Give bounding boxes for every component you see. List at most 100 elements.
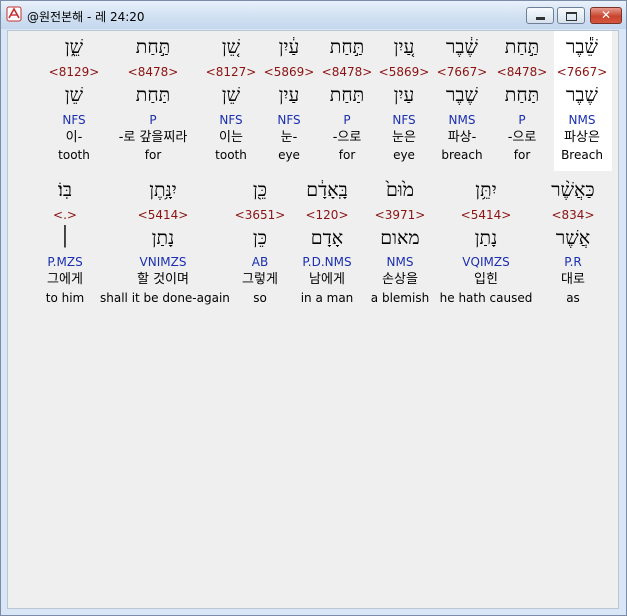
word-korean: 눈-	[280, 130, 298, 145]
word-lemma: אֲשֶׁר	[555, 227, 591, 249]
word-lemma: עַיִן	[393, 84, 415, 106]
word-lemma: שֶׁבֶר	[566, 84, 598, 106]
word-lemma: אָדָם	[310, 227, 344, 249]
word-parsing: NFS	[392, 113, 416, 127]
word-strong-number[interactable]: <5414>	[438, 208, 534, 222]
word-hebrew[interactable]: עַ֚יִן	[378, 35, 430, 59]
word-english: a blemish	[370, 291, 430, 305]
word-hebrew[interactable]: מ֙וּם֙	[368, 178, 432, 202]
word-korean: 남에게	[309, 272, 345, 287]
maximize-button[interactable]	[557, 7, 585, 24]
word-strong-number[interactable]: <8127>	[205, 65, 257, 79]
word-english: eye	[278, 148, 300, 162]
word-hebrew[interactable]: כַּאֲשֶׁ֨ר	[536, 178, 610, 202]
word-korean: 입힌	[474, 272, 498, 287]
minimize-button[interactable]	[526, 7, 554, 24]
word-korean: 할 것이며	[137, 272, 189, 287]
word-hebrew[interactable]: שֵׁ֑ן	[48, 35, 100, 59]
word-strong-number[interactable]: <3651>	[232, 208, 288, 222]
word-hebrew[interactable]: בּֽוֹ׃	[36, 178, 94, 202]
word-korean: 파상-	[447, 130, 477, 145]
word-english: Breach	[561, 148, 603, 162]
word-parsing: NFS	[277, 113, 301, 127]
word-korean: 대로	[561, 272, 585, 287]
word-korean: 눈은	[392, 130, 416, 145]
word-strong-number[interactable]: <7667>	[554, 65, 610, 79]
word-parsing: P	[149, 113, 157, 127]
word-korean: 그렇게	[242, 272, 278, 287]
word-parsing: P.D.NMS	[302, 255, 352, 269]
window-title: @원전본해 - 레 24:20	[27, 10, 145, 24]
word-strong-number[interactable]: <5869>	[263, 65, 315, 79]
word-strong-number[interactable]: <8478>	[321, 65, 373, 79]
word-lemma: נָתַן	[151, 227, 175, 249]
word-lemma: תַּחַת	[135, 84, 171, 106]
word-lemma: עַיִן	[278, 84, 300, 106]
word-strong-number[interactable]: <7667>	[433, 65, 491, 79]
word-strong-number[interactable]: <.>	[36, 208, 94, 222]
word-english: breach	[441, 148, 483, 162]
word-lemma: שֶׁבֶר	[446, 84, 478, 106]
word-english: for	[338, 148, 356, 162]
word-english: shall it be done-again	[100, 291, 230, 305]
word-parsing: P	[343, 113, 351, 127]
word-parsing: VQIMZS	[462, 255, 510, 269]
word-english: so	[253, 291, 267, 305]
word-parsing: NFS	[62, 113, 86, 127]
word-strong-number[interactable]: <8129>	[48, 65, 100, 79]
word-strong-number[interactable]: <3971>	[368, 208, 432, 222]
word-english: he hath caused	[439, 291, 533, 305]
word-english: eye	[393, 148, 415, 162]
word-lemma: תַּחַת	[504, 84, 540, 106]
word-strong-number[interactable]: <120>	[294, 208, 360, 222]
word-korean: -으로	[507, 130, 537, 145]
word-hebrew[interactable]: תַּ֣חַת	[106, 35, 200, 59]
word-strong-number[interactable]: <8478>	[496, 65, 548, 79]
word-korean: 그에게	[47, 272, 83, 287]
word-hebrew[interactable]: שֵׁ֚ן	[205, 35, 257, 59]
word-english: as	[566, 291, 580, 305]
word-strong-number[interactable]: <834>	[536, 208, 610, 222]
word-parsing: P.MZS	[47, 255, 83, 269]
interlinear-view[interactable]: שֵׁ֕בֶר <7667> שֶׁבֶר NMS 파상은 Breach תַּ…	[7, 30, 619, 609]
word-lemma: שֵׁן	[221, 84, 241, 106]
word-hebrew[interactable]: יִתֵּ֥ן	[438, 178, 534, 202]
word-korean: 이-	[65, 130, 83, 145]
word-parsing: VNIMZS	[139, 255, 187, 269]
title-bar[interactable]: @원전본해 - 레 24:20 ✕	[1, 1, 626, 29]
word-strong-number[interactable]: <5869>	[378, 65, 430, 79]
word-parsing: NMS	[448, 113, 476, 127]
word-hebrew[interactable]: שֵׁ֕בֶר	[554, 35, 610, 59]
word-parsing: NFS	[219, 113, 243, 127]
word-parsing: NMS	[386, 255, 414, 269]
word-korean: 손상을	[382, 272, 418, 287]
word-korean: 이는	[219, 130, 243, 145]
word-hebrew[interactable]: בָּֽאָדָ֔ם	[294, 178, 360, 202]
word-english: tooth	[58, 148, 90, 162]
word-hebrew[interactable]: תַּ֣חַת	[496, 35, 548, 59]
word-korean: -으로	[332, 130, 362, 145]
word-parsing: NMS	[568, 113, 596, 127]
word-parsing: P.R	[564, 255, 582, 269]
word-hebrew[interactable]: יִנָּ֥תֶן	[100, 178, 226, 202]
close-button[interactable]: ✕	[590, 7, 622, 24]
word-english: tooth	[215, 148, 247, 162]
close-icon: ✕	[600, 8, 612, 22]
word-english: for	[513, 148, 531, 162]
word-hebrew[interactable]: עַ֔יִן	[263, 35, 315, 59]
word-hebrew[interactable]: תַּ֣חַת	[321, 35, 373, 59]
word-english: for	[144, 148, 162, 162]
word-lemma: תַּחַת	[329, 84, 365, 106]
word-hebrew[interactable]: כֵּ֖ן	[232, 178, 288, 202]
word-lemma: ׀	[59, 227, 71, 249]
word-parsing: P	[518, 113, 526, 127]
word-lemma: נָתַן	[474, 227, 498, 249]
word-hebrew[interactable]: שֶׁ֔בֶר	[433, 35, 491, 59]
word-lemma: כֵּן	[252, 227, 268, 249]
app-icon	[6, 6, 22, 22]
word-strong-number[interactable]: <8478>	[106, 65, 200, 79]
word-korean: 파상은	[564, 130, 600, 145]
word-strong-number[interactable]: <5414>	[100, 208, 226, 222]
word-english: to him	[45, 291, 85, 305]
word-korean: -로 갚을찌라	[118, 130, 188, 145]
